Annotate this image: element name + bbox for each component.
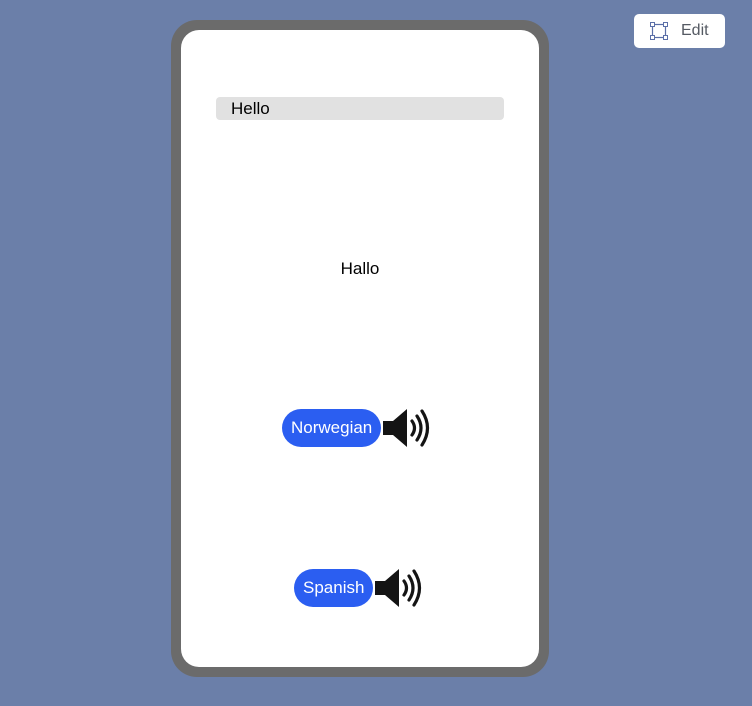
app-stage: Edit Hallo Norwegian Spanish: [0, 0, 752, 706]
language-row-spanish: Spanish: [294, 566, 429, 610]
norwegian-button[interactable]: Norwegian: [282, 409, 382, 447]
speaker-icon[interactable]: [373, 566, 429, 610]
phone-screen: Hallo Norwegian Spanish: [181, 30, 539, 667]
edit-frame-icon: [650, 22, 668, 40]
edit-button-label: Edit: [681, 22, 709, 39]
phone-frame: Hallo Norwegian Spanish: [171, 20, 549, 677]
speaker-icon[interactable]: [381, 406, 437, 450]
source-text-input[interactable]: [216, 97, 504, 120]
translation-output: Hallo: [340, 259, 380, 278]
spanish-button[interactable]: Spanish: [294, 569, 374, 607]
language-row-norwegian: Norwegian: [282, 406, 437, 450]
edit-button[interactable]: Edit: [634, 14, 725, 48]
